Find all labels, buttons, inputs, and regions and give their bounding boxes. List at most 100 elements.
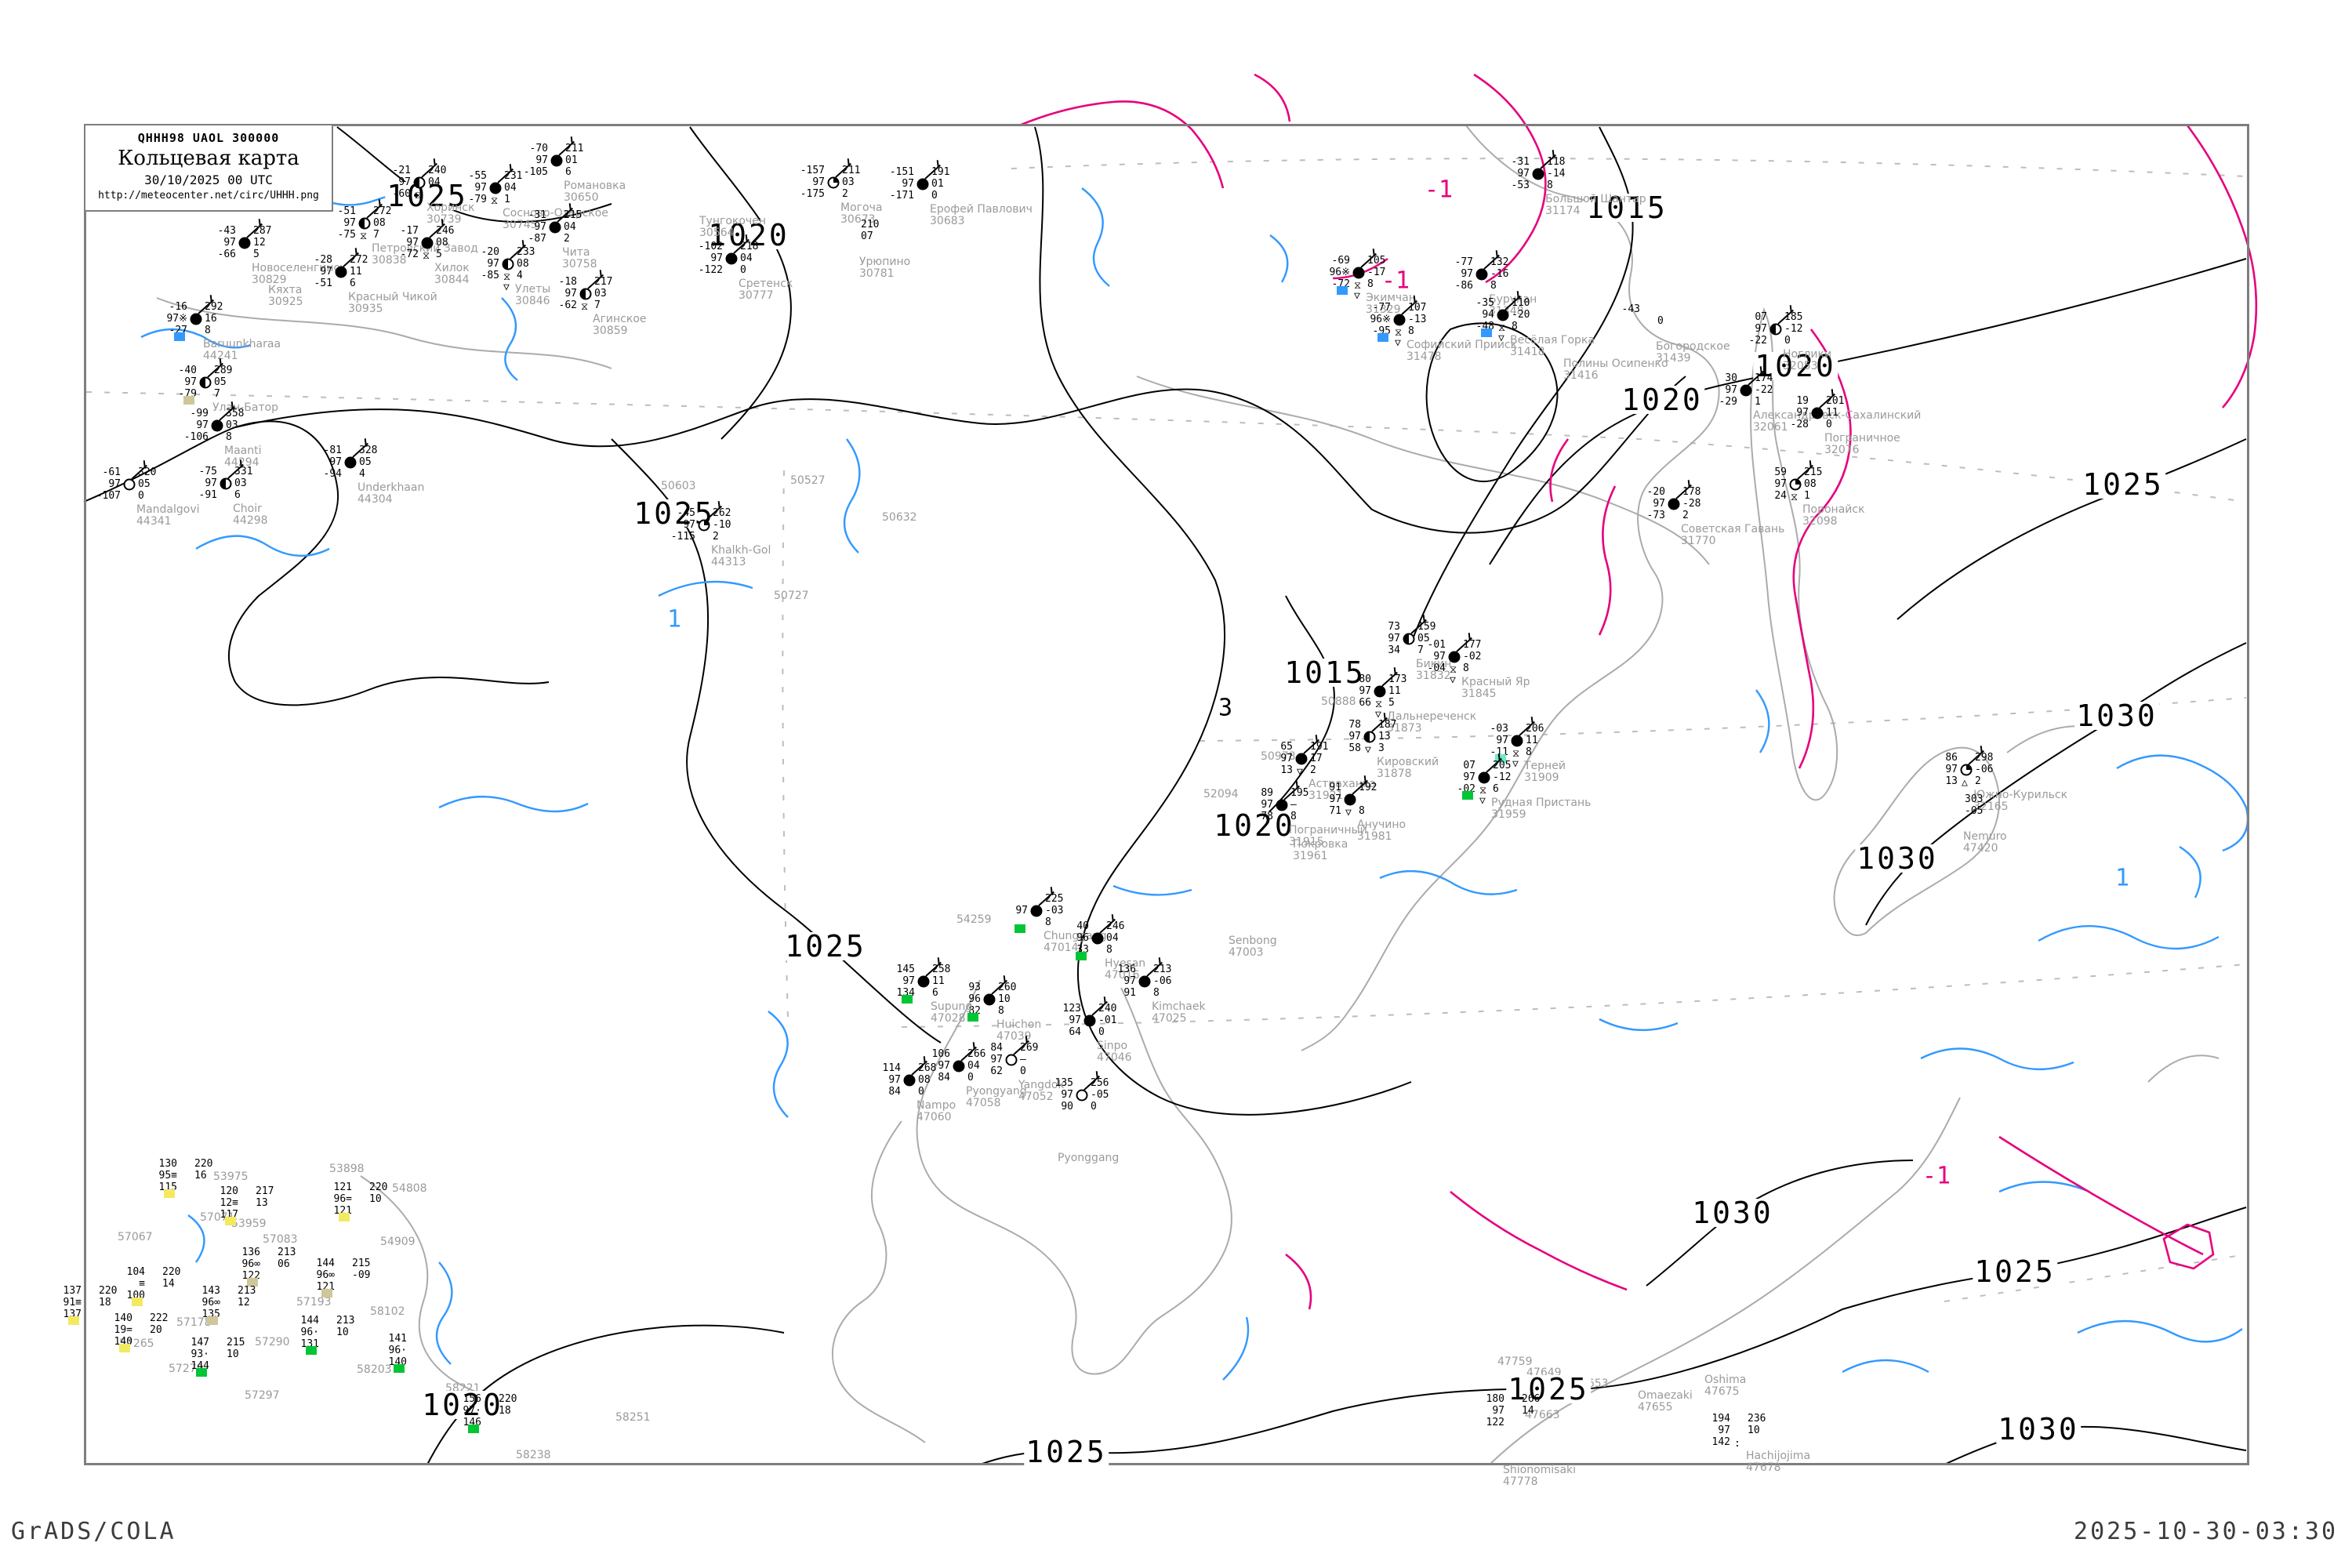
station-left-values: -01 97 -04 [1428,639,1446,674]
precip-marker-icon [119,1344,130,1352]
station-right-values: 269 — 0 [1020,1042,1038,1077]
weather-symbol-icon: ⧖ [491,196,498,206]
station-left-values: 120 12≡ 117 [220,1185,238,1221]
station-cloud-circle-icon [1770,324,1782,336]
precip-marker-icon [1377,333,1388,342]
precip-marker-icon [1337,286,1348,295]
title-box: QHHH98 UAOL 300000 Кольцевая карта 30/10… [84,124,333,212]
station-name-label: Южно-Курильск 32165 [1973,789,2071,813]
station-right-values: 174 -22 1 [1755,372,1773,408]
station-cloud-circle-icon [1276,800,1288,811]
station-left-values: -70 97 -105 [524,143,548,178]
isobar-label: 1015 [1283,659,1367,687]
station-right-values: 240 04 [428,165,446,188]
station-cloud-circle-icon [1479,772,1490,784]
station-right-values: 358 03 8 [226,408,244,443]
station-right-values: 211 01 6 [565,143,583,178]
station-cloud-circle-icon [828,177,840,189]
station-cloud-circle-icon [414,177,426,189]
station-cloud-circle-icon [1668,499,1680,510]
station-right-values: 217 13 [256,1185,274,1209]
station-right-values: 210 07 [861,219,879,242]
precip-marker-icon [68,1316,79,1325]
station-name-label: Pyonggang [1058,1152,1119,1164]
station-id-label: 54808 [392,1182,427,1195]
station-right-values: 201 11 0 [1826,395,1844,430]
station-cloud-circle-icon [699,520,710,532]
station-left-values: -31 97 -53 [1512,156,1530,191]
station-left-values: 89 97 78 [1261,787,1273,822]
precip-marker-icon [468,1425,479,1433]
station-left-values: -21 97 -60 [393,165,411,200]
station-cloud-circle-icon [551,155,563,167]
precip-marker-icon [183,396,194,405]
isobar-label: 1030 [1690,1199,1775,1227]
station-left-values: -17 97 -72 [401,225,419,260]
station-right-values: 215 04 2 [564,209,582,245]
station-left-values: 97 [1015,893,1028,916]
station-name-label: Oshima 47675 [1704,1374,1750,1398]
station-left-values: 114 97 84 [883,1062,901,1098]
station-name-label: Красный Яр 31845 [1461,677,1534,700]
precip-marker-icon [1014,924,1025,933]
station-cloud-circle-icon [422,238,434,249]
station-cloud-circle-icon [359,218,371,230]
station-right-values: 246 08 5 [436,225,454,260]
weather-symbol-icon: ⧖ [415,191,422,201]
station-name-label: Романовка 30650 [564,180,630,204]
station-right-values: 191 01 0 [931,166,949,201]
station-name-label: Анучино 31981 [1357,819,1410,843]
station-cloud-circle-icon [984,994,996,1006]
station-left-values: -18 97 -62 [559,276,577,311]
station-right-values: 213 -06 8 [1153,964,1171,999]
station-left-values: -16 97※ -27 [166,301,187,336]
station-right-values: 233 08 4 [517,246,535,281]
contour-aux-label: 1 [2115,865,2129,892]
station-right-values: 110 -20 8 [1512,297,1530,332]
station-name-label: Поронайск 32098 [1802,504,1868,528]
weather-symbol-icon: ▽ [1365,745,1371,755]
station-id-label: 54909 [380,1236,416,1248]
station-left-values: 86 97 13 [1945,752,1958,787]
weather-symbol-icon: △ [1962,778,1968,788]
station-name-label: Терней 31909 [1524,760,1569,784]
weather-symbol-icon: ⧖ ▽ [503,272,510,292]
station-left-values: 140 19= 140 [114,1312,132,1348]
station-cloud-circle-icon [726,253,738,265]
station-left-values: 147 93· 144 [191,1337,209,1372]
station-name-label: Kimchaek 47025 [1152,1001,1209,1025]
station-right-values: 191 17 2 [1310,741,1328,776]
station-cloud-circle-icon [212,420,223,432]
station-name-label: Sinpo 47046 [1097,1040,1132,1064]
station-id-label: 57297 [245,1389,280,1402]
render-timestamp: 2025-10-30-03:30 [2074,1518,2338,1545]
station-cloud-circle-icon [1084,1015,1096,1027]
station-cloud-circle-icon [1092,933,1104,945]
station-left-values: -75 97 -91 [199,466,217,501]
weather-symbol-icon: ⧖ ▽ [1354,281,1361,301]
synoptic-ring-map: QHHH98 UAOL 300000 Кольцевая карта 30/10… [0,0,2352,1568]
contour-aux-label: -1 [1922,1163,1951,1190]
isobar-label: 1020 [1620,386,1704,414]
station-cloud-circle-icon [336,267,347,278]
precip-marker-icon [1462,791,1473,800]
station-name-label: Богородское 31439 [1656,341,1733,365]
station-name-label: Чита 30758 [562,247,597,270]
station-right-values: 220 10 [369,1181,387,1205]
isobar-label: 1020 [1212,811,1297,840]
station-right-values: 178 -28 2 [1682,486,1700,521]
station-left-values: 180 97 122 [1486,1393,1504,1428]
weather-symbol-icon: : [1734,1439,1740,1449]
station-left-values: 104 ≡ 100 [127,1266,145,1301]
station-cloud-circle-icon [550,222,561,234]
station-right-values: 215 -09 [352,1258,370,1281]
station-name-label: Baruunkharaa 44241 [203,339,284,362]
station-left-values: -43 [1622,303,1640,327]
precip-marker-icon [196,1368,207,1377]
station-right-values: 262 -10 2 [713,507,731,543]
station-right-values: 215 10 [227,1337,245,1360]
station-name-label: Nampo 47060 [916,1100,960,1123]
station-id-label: 57193 [296,1296,332,1308]
station-id-label: 58102 [370,1305,405,1318]
station-right-values: 220 14 [162,1266,180,1290]
